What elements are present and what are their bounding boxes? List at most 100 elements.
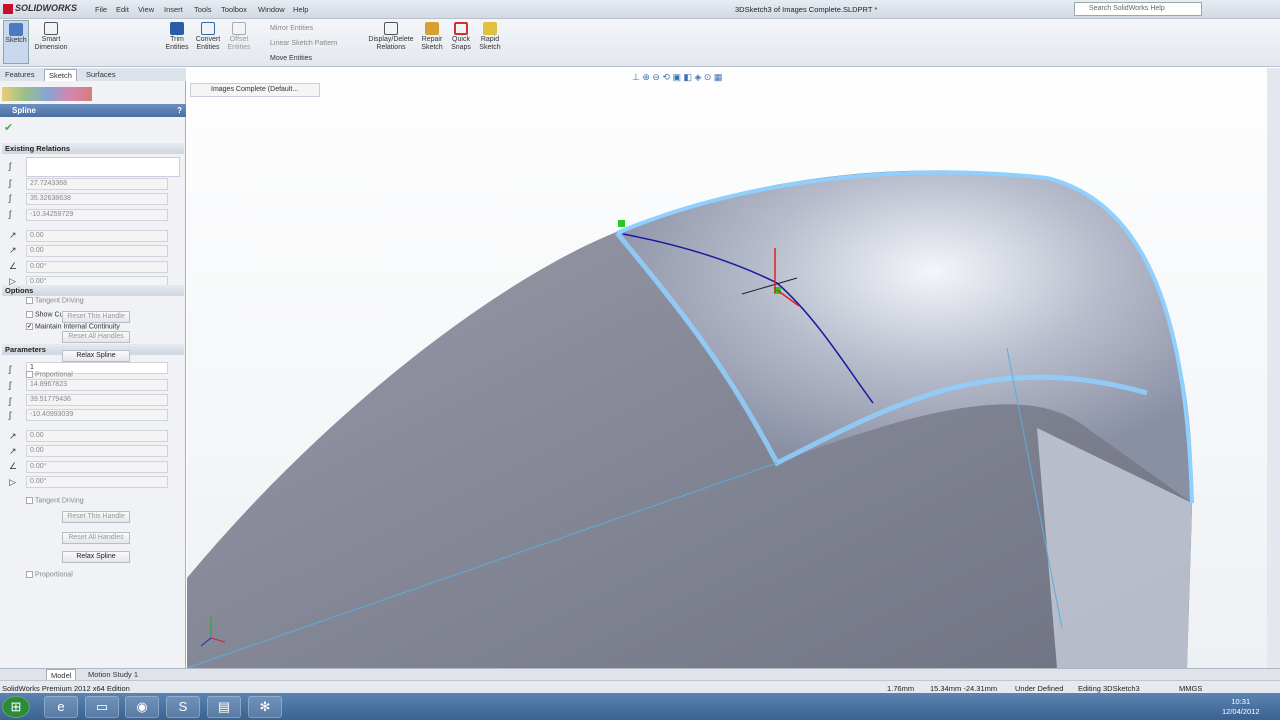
repair-sketch-button[interactable]: Repair Sketch (419, 20, 445, 52)
param-proportional-checkbox[interactable]: Proportional (26, 571, 73, 578)
tab-motion-study[interactable]: Motion Study 1 (84, 669, 142, 680)
sketch-button[interactable]: Sketch (3, 20, 29, 64)
solidworks-taskbar-icon[interactable]: S (166, 696, 200, 718)
coordinate-readout: 15.34mm -24.31mm (930, 684, 998, 693)
param-y-field[interactable]: 39.51779436 (26, 394, 168, 406)
relax-spline-button[interactable]: Relax Spline (62, 350, 130, 362)
maintain-continuity-checkbox[interactable]: ✓ Maintain Internal Continuity (26, 323, 120, 330)
logo-text: SOLIDWORKS (15, 3, 77, 13)
label: Repair Sketch (421, 36, 443, 51)
property-manager: Spline? ✔ Existing Relations ʃ ʃ 27.7243… (0, 81, 186, 668)
tangent-weight-2-field[interactable]: 0.00 (26, 245, 168, 257)
label: Quick Snaps (451, 36, 471, 51)
relations-list[interactable] (26, 157, 180, 177)
smart-dimension-button[interactable]: Smart Dimension (32, 20, 70, 52)
linear-sketch-pattern-button[interactable]: Linear Sketch Pattern (270, 40, 337, 47)
sketch-state: Under Defined (1015, 684, 1064, 693)
solidworks-logo[interactable]: SOLIDWORKS (3, 3, 77, 14)
pdf-icon[interactable]: ▤ (207, 696, 241, 718)
proportional-checkbox[interactable]: Proportional (26, 371, 73, 378)
label: Rapid Sketch (479, 36, 501, 51)
label: Proportional (35, 371, 73, 379)
radial-direction-icon: ∠ (9, 261, 18, 271)
tab-features[interactable]: Features (1, 69, 39, 80)
param-reset-this-handle-button[interactable]: Reset This Handle (62, 511, 130, 523)
y-coordinate-field[interactable]: 35.32638638 (26, 193, 168, 205)
units-selector[interactable]: MMGS (1179, 684, 1202, 693)
param-z-field[interactable]: -10.40993039 (26, 409, 168, 421)
tab-surfaces[interactable]: Surfaces (82, 69, 120, 80)
ie-icon[interactable]: e (44, 696, 78, 718)
param-relax-spline-button[interactable]: Relax Spline (62, 551, 130, 563)
z-coord-icon: ʃ (9, 209, 11, 219)
tangent-weight-1-field[interactable]: 0.00 (26, 230, 168, 242)
menu-insert[interactable]: Insert (164, 5, 183, 14)
graphics-area[interactable]: ⊥ ⊕ ⊖ ⟲ ▣ ◧ ◈ ⊙ ▦ (186, 68, 1267, 669)
label: Proportional (35, 571, 73, 579)
tangent-driving-checkbox[interactable]: Tangent Driving (26, 297, 84, 304)
relations-icon (384, 22, 398, 35)
model-view[interactable] (186, 68, 1267, 669)
date: 12/04/2012 (1222, 707, 1260, 716)
move-entities-button[interactable]: Move Entities (270, 55, 312, 62)
param-reset-all-handles-button[interactable]: Reset All Handles (62, 532, 130, 544)
param-radial-field[interactable]: 0.00° (26, 461, 168, 473)
existing-relations-header[interactable]: Existing Relations (2, 143, 184, 154)
offset-icon (232, 22, 246, 35)
menu-toolbox[interactable]: Toolbox (221, 5, 247, 14)
options-header[interactable]: Options (2, 285, 184, 296)
label: Trim Entities (165, 36, 189, 51)
radial-direction-field[interactable]: 0.00° (26, 261, 168, 273)
menu-help[interactable]: Help (293, 5, 308, 14)
param-weight-1-field[interactable]: 0.00 (26, 430, 168, 442)
trim-icon (170, 22, 184, 35)
polar-direction-icon: ▷ (9, 477, 16, 487)
y-coord-icon: ʃ (9, 193, 11, 203)
ok-check-icon[interactable]: ✔ (4, 121, 13, 134)
spline-endpoint[interactable] (618, 220, 625, 227)
x-coordinate-field[interactable]: 27.7243368 (26, 178, 168, 190)
menu-window[interactable]: Window (258, 5, 285, 14)
feature-tree-flyout[interactable]: Images Complete (Default... (190, 83, 320, 97)
label: Convert Entities (195, 36, 221, 51)
windows-taskbar: ⊞ e ▭ ◉ S ▤ ✻ 10:31 12/04/2012 (0, 693, 1280, 720)
radial-direction-icon: ∠ (9, 461, 18, 471)
rapid-sketch-button[interactable]: Rapid Sketch (477, 20, 503, 52)
app-icon[interactable]: ✻ (248, 696, 282, 718)
param-weight-2-field[interactable]: 0.00 (26, 445, 168, 457)
menu-file[interactable]: File (95, 5, 107, 14)
mirror-entities-button[interactable]: Mirror Entities (270, 25, 313, 32)
param-polar-field[interactable]: 0.00° (26, 476, 168, 488)
label: Display/Delete Relations (368, 36, 414, 51)
label: Sketch (5, 37, 27, 44)
explorer-icon[interactable]: ▭ (85, 696, 119, 718)
display-delete-relations-button[interactable]: Display/Delete Relations (366, 20, 416, 52)
z-coord-icon: ʃ (9, 410, 11, 420)
z-coordinate-field[interactable]: -10.34259729 (26, 209, 168, 221)
manager-toolbar[interactable] (2, 87, 92, 101)
menu-view[interactable]: View (138, 5, 154, 14)
param-tangent-driving-checkbox[interactable]: Tangent Driving (26, 497, 84, 504)
task-pane-tabs[interactable] (1267, 68, 1280, 668)
show-curvature-checkbox[interactable]: Show Cu (26, 311, 63, 318)
sketch-icon (9, 23, 23, 36)
menu-edit[interactable]: Edit (116, 5, 129, 14)
heads-up-view-toolbar[interactable]: ⊥ ⊕ ⊖ ⟲ ▣ ◧ ◈ ⊙ ▦ (632, 72, 832, 84)
label: Offset Entities (227, 36, 251, 51)
help-button[interactable]: ? (177, 106, 182, 115)
x-coord-icon: ʃ (9, 380, 11, 390)
menu-tools[interactable]: Tools (194, 5, 212, 14)
reset-this-handle-button[interactable]: Reset This Handle (62, 311, 130, 323)
param-x-field[interactable]: 14.8967823 (26, 379, 168, 391)
chrome-icon[interactable]: ◉ (125, 696, 159, 718)
pm-title: Spline (12, 106, 37, 115)
reset-all-handles-button[interactable]: Reset All Handles (62, 331, 130, 343)
offset-entities-button[interactable]: Offset Entities (226, 20, 252, 52)
search-input[interactable]: Search SolidWorks Help (1074, 2, 1202, 16)
quick-snaps-button[interactable]: Quick Snaps (448, 20, 474, 52)
start-button[interactable]: ⊞ (2, 696, 30, 718)
trim-entities-button[interactable]: Trim Entities (162, 20, 192, 52)
command-manager: Sketch Smart Dimension Trim Entities Con… (0, 19, 1280, 67)
convert-entities-button[interactable]: Convert Entities (193, 20, 223, 52)
clock[interactable]: 10:31 12/04/2012 (1222, 697, 1260, 717)
